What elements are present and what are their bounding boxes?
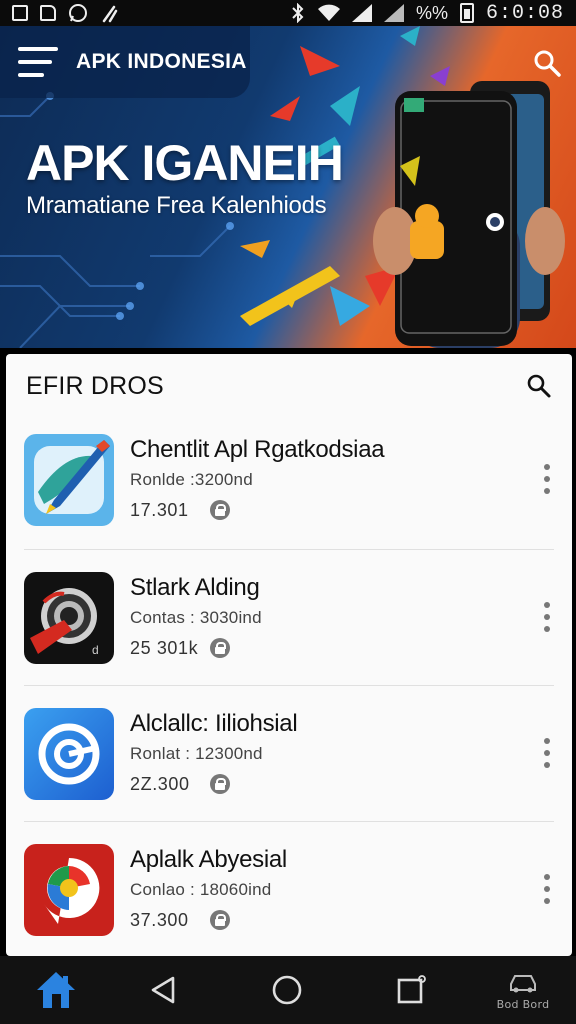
tools-icon — [102, 5, 118, 23]
section-header: EFIR DROS — [6, 354, 572, 418]
more-options-icon[interactable] — [542, 464, 552, 494]
hero-banner: APK INDONESIA APK IGANEIH Mramatiane Fre… — [0, 26, 576, 348]
navigation-bar: Bod Bord — [0, 956, 576, 1024]
app-meta: Ronlat : 12300nd — [130, 744, 263, 763]
app-title: APK INDONESIA — [76, 50, 247, 73]
status-left — [12, 3, 120, 23]
section-title: EFIR DROS — [26, 371, 164, 400]
sd-card-icon — [40, 5, 56, 21]
back-button[interactable] — [140, 956, 186, 1024]
recents-icon — [397, 975, 426, 1004]
more-options-icon[interactable] — [542, 602, 552, 632]
app-meta: Ronlde :3200nd — [130, 470, 253, 489]
lock-icon — [210, 500, 230, 520]
app-list-card: EFIR DROS Chentlit Apl Rgatkodsiaa Ronld… — [6, 354, 572, 956]
list-item[interactable]: Alclallc: Iiliohsial Ronlat : 12300nd 2Z… — [6, 686, 572, 822]
list-item[interactable]: Chentlit Apl Rgatkodsiaa Ronlde :3200nd … — [6, 414, 572, 550]
extra-nav-button[interactable]: Bod Bord — [490, 956, 556, 1024]
app-size: 37.300 — [130, 910, 189, 930]
car-icon — [510, 975, 536, 993]
gallery-icon — [12, 5, 28, 21]
lock-icon — [210, 910, 230, 930]
app-meta: Contas : 3030ind — [130, 608, 262, 627]
lock-icon — [210, 638, 230, 658]
status-bar: %% 6:0:08 — [0, 0, 576, 26]
wifi-icon — [317, 4, 340, 21]
back-icon — [151, 976, 175, 1004]
more-options-icon[interactable] — [542, 874, 552, 904]
app-name: Stlark Alding — [130, 574, 260, 601]
app-name: Alclallc: Iiliohsial — [130, 710, 298, 737]
extra-nav-label: Bod Bord — [496, 998, 550, 1011]
home-tab[interactable] — [30, 956, 82, 1024]
target-app-icon: d — [24, 572, 114, 664]
app-size: 17.301 — [130, 500, 189, 520]
status-right: %% 6:0:08 — [290, 2, 564, 25]
app-size: 25 301k — [130, 638, 199, 658]
app-name: Aplalk Abyesial — [130, 846, 287, 873]
battery-icon — [459, 3, 474, 23]
signal-icon — [351, 4, 372, 22]
bluetooth-icon — [292, 3, 304, 23]
more-options-icon[interactable] — [542, 738, 552, 768]
search-icon[interactable] — [526, 373, 552, 399]
home-circle-icon — [272, 975, 302, 1005]
hamburger-menu-icon[interactable] — [18, 47, 58, 77]
pen-app-icon — [24, 434, 114, 526]
chrome-app-icon — [24, 844, 114, 936]
list-item[interactable]: d Stlark Alding Contas : 3030ind 25 301k — [6, 550, 572, 686]
home-button[interactable] — [264, 956, 310, 1024]
home-icon — [37, 972, 75, 1008]
swirl-app-icon — [24, 708, 114, 800]
app-meta: Conlao : 18060ind — [130, 880, 272, 899]
signal-icon — [383, 4, 404, 22]
top-app-bar: APK INDONESIA — [0, 26, 250, 98]
search-icon[interactable] — [532, 48, 562, 78]
battery-percent: %% — [415, 3, 448, 23]
recents-button[interactable] — [388, 956, 434, 1024]
list-item[interactable]: Aplalk Abyesial Conlao : 18060ind 37.300 — [6, 822, 572, 956]
hero-subtitle: Mramatiane Frea Kalenhiods — [26, 192, 327, 219]
lock-icon — [210, 774, 230, 794]
hero-title: APK IGANEIH — [26, 135, 344, 191]
app-name: Chentlit Apl Rgatkodsiaa — [130, 436, 385, 463]
whatsapp-icon — [69, 4, 87, 22]
clock: 6:0:08 — [485, 1, 564, 25]
svg-text:d: d — [92, 643, 99, 657]
app-size: 2Z.300 — [130, 774, 190, 794]
